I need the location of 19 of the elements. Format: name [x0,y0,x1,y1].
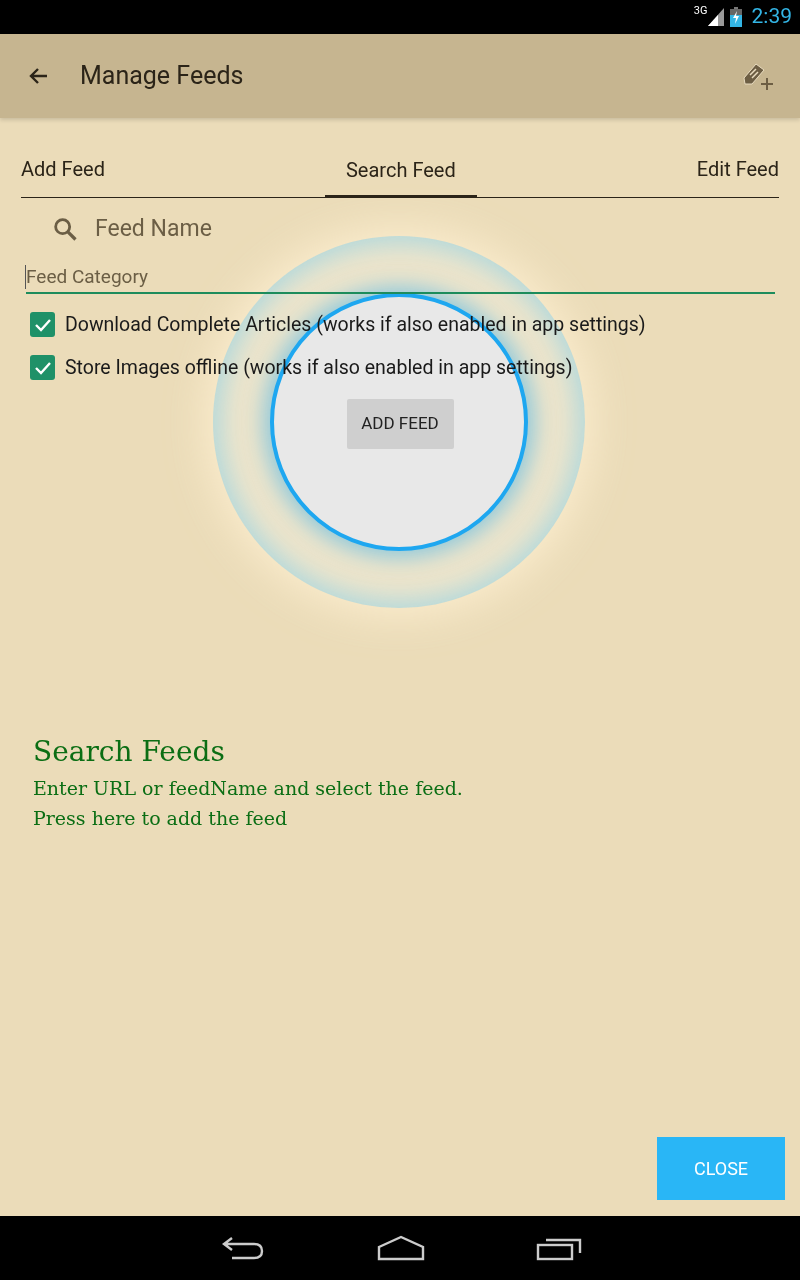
tab[interactable]: Add Feed [21,154,126,197]
showcase-text: Press here to add the feed [33,805,289,831]
showcase-text: Enter URL or feedName and select the feed. [33,775,464,801]
signal-icon [707,8,724,26]
add-feed-button[interactable]: ADD FEED [346,398,454,449]
feed-category-field[interactable]: Feed Category [26,260,775,294]
battery-icon [729,7,742,27]
showcase-title: Search Feeds [33,733,226,770]
tab[interactable]: Edit Feed [675,154,779,197]
screen-title: Manage Feeds [80,60,244,93]
search-icon [51,215,79,243]
home-nav-button[interactable] [376,1235,426,1261]
clock: 2:39 [751,3,792,31]
text-cursor [25,265,26,289]
feed-name-field[interactable]: Feed Name [95,211,495,247]
checkbox[interactable] [30,312,55,338]
network-type: 3G [693,3,708,19]
tab[interactable]: Search Feed [325,154,477,198]
checkbox[interactable] [30,355,55,381]
